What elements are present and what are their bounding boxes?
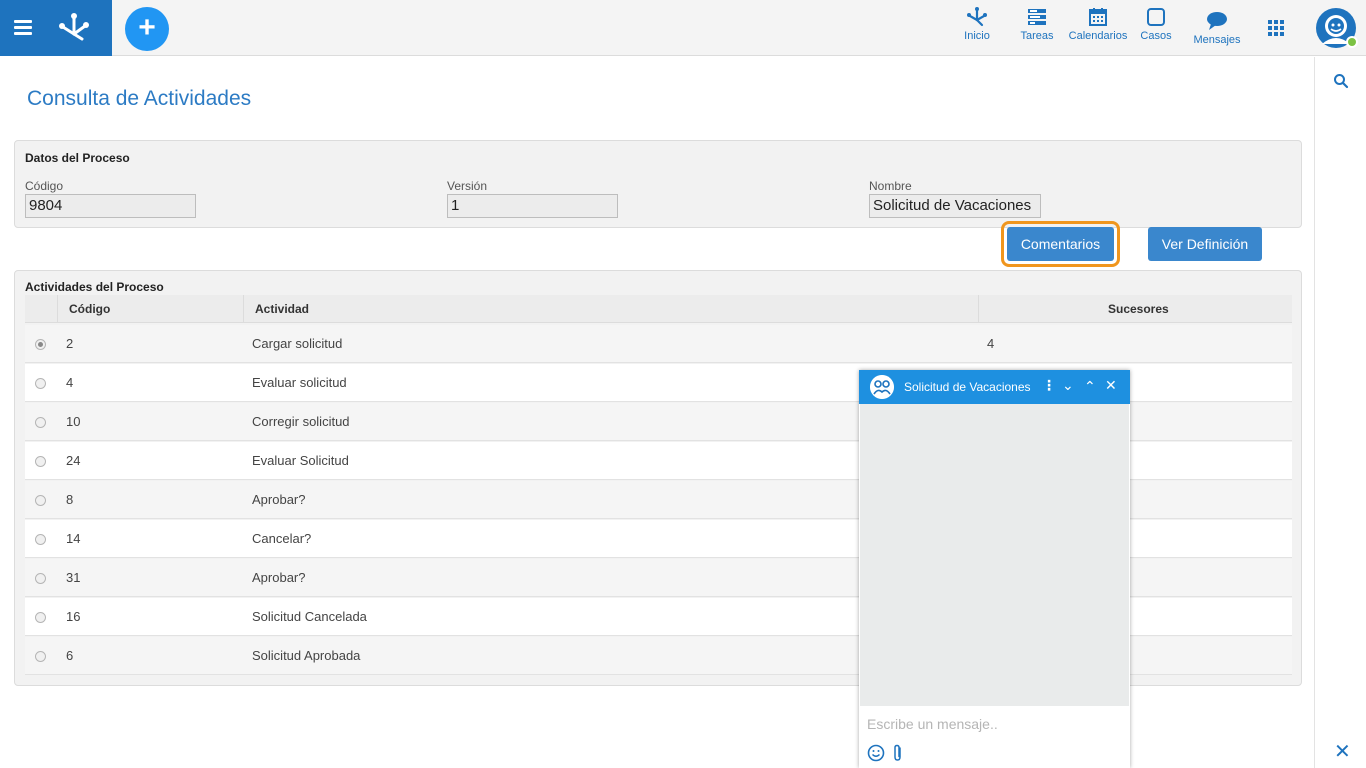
messages-icon xyxy=(1207,12,1227,30)
top-bar: + Inicio Tareas Calendarios Casos Mensaj… xyxy=(0,0,1366,56)
column-header-sucesores[interactable]: Sucesores xyxy=(1108,295,1169,323)
cell-codigo: 16 xyxy=(66,609,81,624)
nav-label: Calendarios xyxy=(1068,30,1128,42)
user-avatar[interactable] xyxy=(1314,6,1358,50)
version-label: Versión xyxy=(447,179,488,193)
panel-title: Actividades del Proceso xyxy=(25,280,164,294)
nav-tareas[interactable]: Tareas xyxy=(1018,6,1056,42)
row-radio[interactable] xyxy=(35,456,46,467)
cell-actividad: Solicitud Cancelada xyxy=(252,609,367,624)
row-radio[interactable] xyxy=(35,534,46,545)
cell-sucesores: 4 xyxy=(987,336,995,351)
search-icon[interactable] xyxy=(1333,73,1349,89)
column-header-actividad[interactable]: Actividad xyxy=(255,295,309,323)
row-radio[interactable] xyxy=(35,651,46,662)
cell-actividad: Evaluar Solicitud xyxy=(252,453,349,468)
row-radio[interactable] xyxy=(35,339,46,350)
nav-calendarios[interactable]: Calendarios xyxy=(1066,6,1130,42)
cell-codigo: 14 xyxy=(66,531,81,546)
ver-definicion-button[interactable]: Ver Definición xyxy=(1148,227,1262,261)
home-flow-icon xyxy=(967,7,987,27)
chevron-down-icon[interactable]: ⌄ xyxy=(1062,377,1074,394)
deyel-logo-icon[interactable] xyxy=(56,10,92,46)
hamburger-menu-icon[interactable] xyxy=(14,20,32,36)
panel-title: Datos del Proceso xyxy=(25,151,130,165)
cell-actividad: Cancelar? xyxy=(252,531,312,546)
cell-codigo: 31 xyxy=(66,570,81,585)
chat-messages-area xyxy=(860,404,1129,706)
chat-message-input[interactable] xyxy=(867,713,1122,735)
cell-codigo: 4 xyxy=(66,375,74,390)
row-radio[interactable] xyxy=(35,495,46,506)
nav-inicio[interactable]: Inicio xyxy=(960,6,994,42)
more-options-icon[interactable]: ⋮ xyxy=(1042,377,1056,394)
cell-actividad: Evaluar solicitud xyxy=(252,375,347,390)
nombre-field[interactable]: Solicitud de Vacaciones xyxy=(869,194,1041,218)
nombre-label: Nombre xyxy=(869,179,912,193)
add-new-button[interactable]: + xyxy=(125,7,169,51)
tasks-icon xyxy=(1028,9,1046,25)
apps-grid-button[interactable] xyxy=(1266,18,1286,38)
chevron-up-icon[interactable]: ⌃ xyxy=(1084,378,1096,395)
chat-title: Solicitud de Vacaciones xyxy=(904,380,1031,394)
column-header-codigo[interactable]: Código xyxy=(69,295,110,323)
table-row[interactable]: 2 Cargar solicitud 4 xyxy=(25,325,1292,363)
close-icon[interactable]: ✕ xyxy=(1334,739,1351,764)
right-rail: ✕ xyxy=(1314,57,1366,768)
chat-window: Solicitud de Vacaciones ⋮ ⌄ ⌃ ✕ xyxy=(859,370,1130,768)
nav-casos[interactable]: Casos xyxy=(1138,6,1174,42)
nav-mensajes[interactable]: Mensajes xyxy=(1190,10,1244,46)
cell-actividad: Aprobar? xyxy=(252,570,306,585)
process-data-panel: Datos del Proceso Código 9804 Versión 1 … xyxy=(14,140,1302,228)
cases-icon xyxy=(1147,8,1165,26)
nav-label: Mensajes xyxy=(1193,34,1241,46)
calendar-icon xyxy=(1089,8,1107,26)
page-title: Consulta de Actividades xyxy=(27,87,252,110)
nav-label: Tareas xyxy=(1020,30,1054,42)
row-radio[interactable] xyxy=(35,378,46,389)
close-chat-icon[interactable]: ✕ xyxy=(1105,377,1117,394)
row-radio[interactable] xyxy=(35,573,46,584)
group-chat-icon xyxy=(870,375,894,399)
nav-label: Inicio xyxy=(964,30,990,42)
codigo-field[interactable]: 9804 xyxy=(25,194,196,218)
nav-label: Casos xyxy=(1140,30,1172,42)
cell-codigo: 6 xyxy=(66,648,74,663)
codigo-label: Código xyxy=(25,179,64,193)
attach-icon[interactable] xyxy=(891,744,905,762)
version-field[interactable]: 1 xyxy=(447,194,618,218)
cell-codigo: 8 xyxy=(66,492,74,507)
grid-header: Código Actividad Sucesores xyxy=(25,295,1292,323)
chat-header: Solicitud de Vacaciones ⋮ ⌄ ⌃ ✕ xyxy=(859,370,1130,404)
cell-actividad: Solicitud Aprobada xyxy=(252,648,361,663)
cell-actividad: Corregir solicitud xyxy=(252,414,350,429)
online-status-dot xyxy=(1346,36,1358,48)
comentarios-button[interactable]: Comentarios xyxy=(1007,227,1114,261)
emoji-icon[interactable] xyxy=(867,744,885,762)
apps-grid-icon xyxy=(1268,20,1284,36)
cell-actividad: Cargar solicitud xyxy=(252,336,343,351)
cell-actividad: Aprobar? xyxy=(252,492,306,507)
cell-codigo: 24 xyxy=(66,453,81,468)
row-radio[interactable] xyxy=(35,612,46,623)
cell-codigo: 2 xyxy=(66,336,74,351)
brand-area xyxy=(0,0,112,56)
cell-codigo: 10 xyxy=(66,414,81,429)
row-radio[interactable] xyxy=(35,417,46,428)
